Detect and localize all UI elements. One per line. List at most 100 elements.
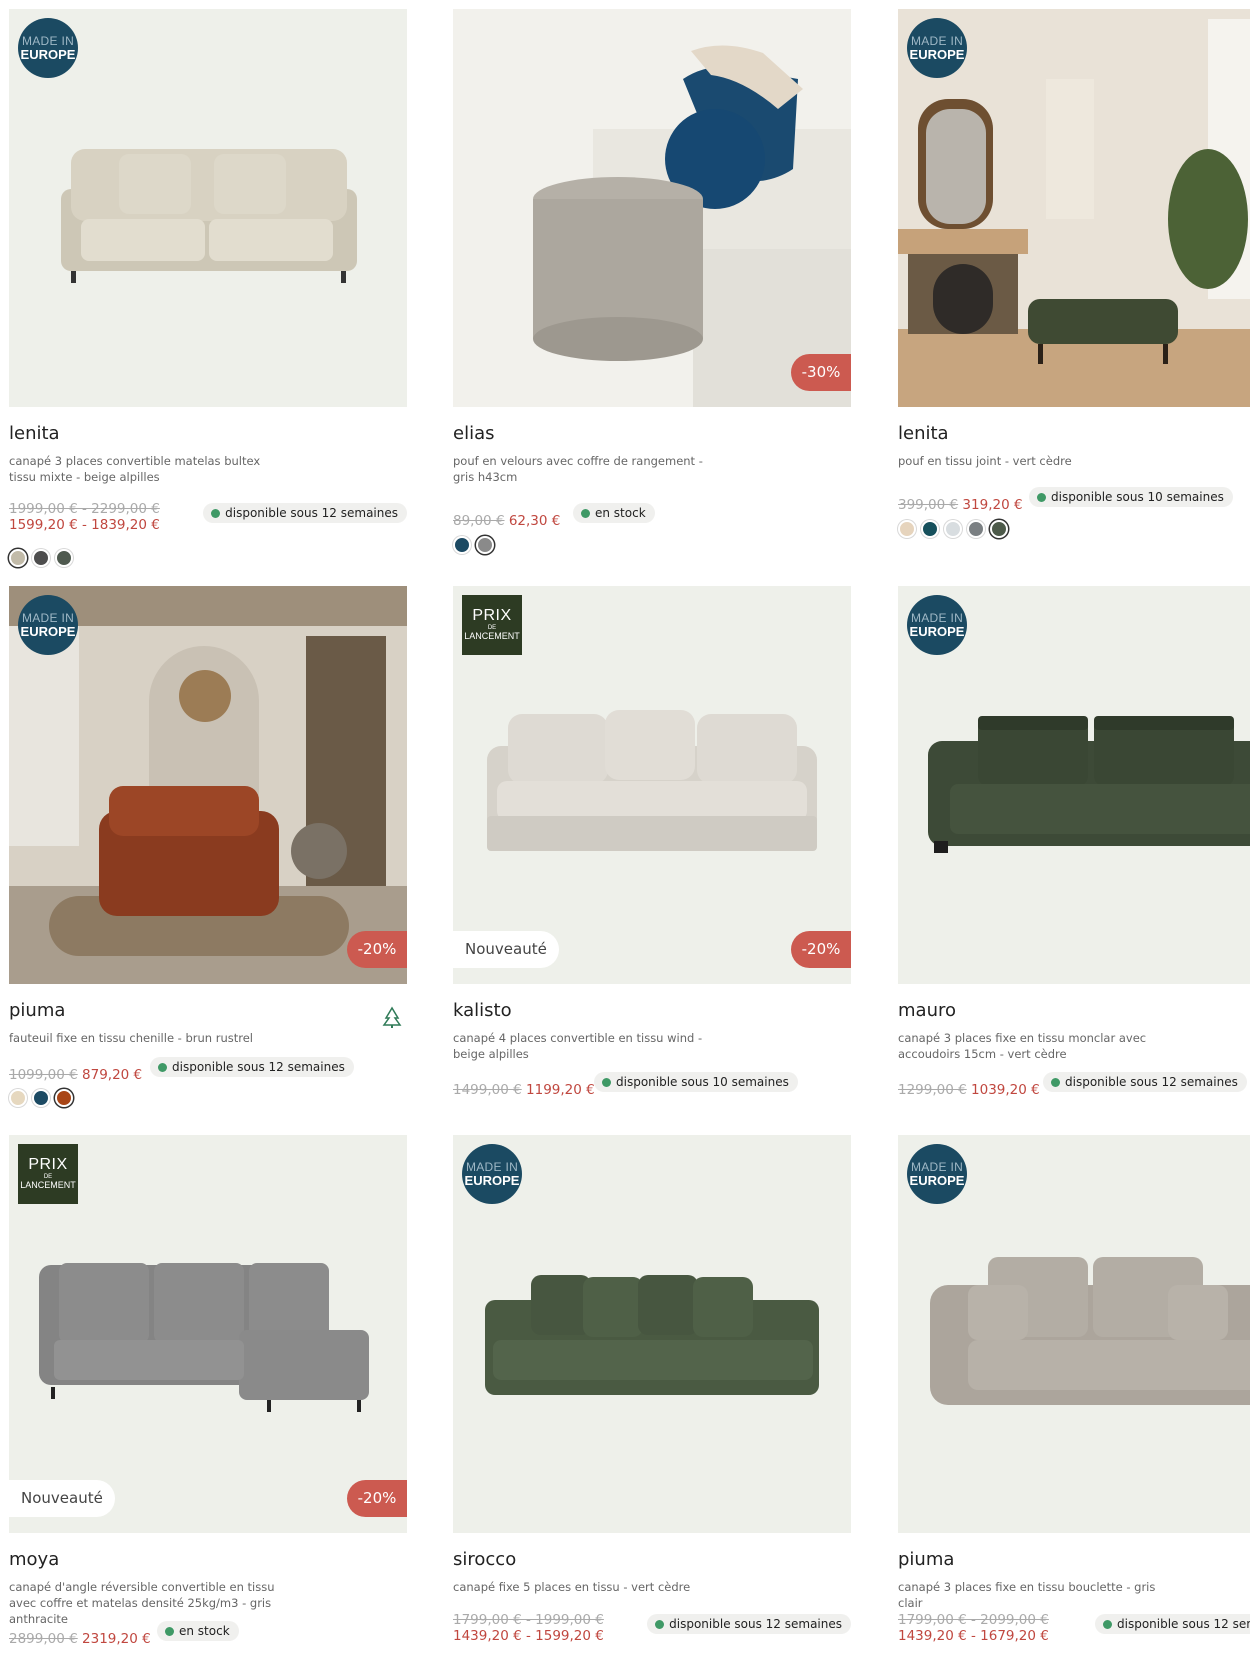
product-card[interactable]: MADE IN EUROPE lenita pouf en tissu join… — [898, 9, 1250, 538]
status-dot-icon — [165, 1627, 174, 1636]
discount-badge: -20% — [347, 1480, 407, 1517]
price: 1799,00 € - 2099,00 € 1439,20 € - 1679,2… — [898, 1612, 1049, 1644]
product-description: canapé fixe 5 places en tissu - vert cèd… — [453, 1580, 691, 1594]
product-card[interactable]: PRIX DE LANCEMENT Nouveauté -20% moya ca… — [9, 1135, 407, 1647]
fsc-tree-icon — [382, 1006, 402, 1028]
product-card[interactable]: MADE IN EUROPE lenita canapé 3 places co… — [9, 9, 407, 567]
product-description: pouf en tissu joint - vert cèdre — [898, 454, 1072, 468]
product-description: canapé 3 places convertible matelas bult… — [9, 454, 261, 484]
product-image[interactable]: MADE IN EUROPE — [898, 586, 1250, 984]
color-swatch[interactable] — [476, 536, 494, 554]
product-card[interactable]: MADE IN EUROPE mauro canapé 3 places fix… — [898, 586, 1250, 1098]
product-name[interactable]: lenita — [9, 423, 60, 444]
old-price: 1299,00 € — [898, 1082, 967, 1098]
status-dot-icon — [158, 1063, 167, 1072]
availability-badge: en stock — [157, 1621, 239, 1641]
color-swatch[interactable] — [32, 1089, 50, 1107]
product-image[interactable]: PRIX DE LANCEMENT Nouveauté -20% — [9, 1135, 407, 1533]
old-price: 1799,00 € - 2099,00 € — [898, 1612, 1049, 1628]
color-swatch[interactable] — [944, 520, 962, 538]
product-card[interactable]: PRIX DE LANCEMENT Nouveauté -20% kalisto… — [453, 586, 851, 1098]
new-price: 319,20 € — [962, 497, 1023, 513]
product-name[interactable]: piuma — [898, 1549, 954, 1570]
discount-badge: -20% — [791, 931, 851, 968]
product-description: canapé 3 places fixe en tissu monclar av… — [898, 1031, 1147, 1061]
product-image[interactable]: MADE IN EUROPE — [453, 1135, 851, 1533]
price: 1499,00 € 1199,20 € — [453, 1082, 595, 1098]
product-name[interactable]: mauro — [898, 1000, 956, 1021]
color-swatch[interactable] — [9, 1089, 27, 1107]
price: 399,00 € 319,20 € — [898, 497, 1023, 513]
product-description: canapé 3 places fixe en tissu bouclette … — [898, 1580, 1156, 1610]
price: 2899,00 € 2319,20 € — [9, 1631, 151, 1647]
old-price: 1999,00 € - 2299,00 € — [9, 501, 160, 517]
color-swatch[interactable] — [9, 549, 27, 567]
new-price: 1439,20 € - 1679,20 € — [898, 1628, 1049, 1644]
color-swatch[interactable] — [921, 520, 939, 538]
discount-badge: -20% — [347, 931, 407, 968]
price: 1799,00 € - 1999,00 € 1439,20 € - 1599,2… — [453, 1612, 604, 1644]
product-card[interactable]: -30% elias pouf en velours avec coffre d… — [453, 9, 851, 554]
color-swatch[interactable] — [990, 520, 1008, 538]
color-swatch[interactable] — [967, 520, 985, 538]
prix-lancement-badge: PRIX DE LANCEMENT — [18, 1144, 78, 1204]
availability-badge: disponible sous 12 semaines — [1043, 1072, 1247, 1092]
product-name[interactable]: elias — [453, 423, 494, 444]
old-price: 1099,00 € — [9, 1067, 78, 1083]
old-price: 1799,00 € - 1999,00 € — [453, 1612, 604, 1628]
old-price: 1499,00 € — [453, 1082, 522, 1098]
discount-badge: -30% — [791, 354, 851, 391]
nouveaute-badge: Nouveauté — [453, 931, 559, 968]
new-price: 2319,20 € — [82, 1631, 151, 1647]
availability-badge: disponible sous 12 semaines — [1095, 1614, 1250, 1634]
availability-badge: disponible sous 10 semaines — [594, 1072, 798, 1092]
status-dot-icon — [581, 509, 590, 518]
product-image[interactable]: MADE IN EUROPE — [898, 9, 1250, 407]
made-in-europe-badge: MADE IN EUROPE — [18, 595, 78, 655]
product-card[interactable]: MADE IN EUROPE -20% piuma fauteuil fixe … — [9, 586, 407, 1107]
color-swatch[interactable] — [898, 520, 916, 538]
availability-badge: disponible sous 12 semaines — [150, 1057, 354, 1077]
availability-badge: disponible sous 12 semaines — [203, 503, 407, 523]
color-swatch[interactable] — [55, 1089, 73, 1107]
color-swatches — [453, 536, 494, 554]
product-name[interactable]: lenita — [898, 423, 949, 444]
status-dot-icon — [211, 509, 221, 518]
color-swatches — [9, 549, 73, 567]
color-swatch[interactable] — [32, 549, 50, 567]
product-image[interactable]: PRIX DE LANCEMENT Nouveauté -20% — [453, 586, 851, 984]
status-dot-icon — [1051, 1078, 1060, 1087]
product-image[interactable]: MADE IN EUROPE -20% — [9, 586, 407, 984]
price: 1099,00 € 879,20 € — [9, 1067, 142, 1083]
color-swatch[interactable] — [55, 549, 73, 567]
nouveaute-badge: Nouveauté — [9, 1480, 115, 1517]
product-name[interactable]: kalisto — [453, 1000, 512, 1021]
availability-badge: disponible sous 10 semaines — [1029, 487, 1233, 507]
new-price: 1039,20 € — [971, 1082, 1040, 1098]
color-swatches — [898, 520, 1008, 538]
new-price: 1599,20 € - 1839,20 € — [9, 517, 160, 533]
status-dot-icon — [602, 1078, 611, 1087]
product-card[interactable]: MADE IN EUROPE piuma canapé 3 places fix… — [898, 1135, 1250, 1644]
product-name[interactable]: moya — [9, 1549, 59, 1570]
product-image[interactable]: MADE IN EUROPE — [9, 9, 407, 407]
pouf-illustration — [453, 9, 851, 407]
product-name[interactable]: sirocco — [453, 1549, 516, 1570]
old-price: 2899,00 € — [9, 1631, 78, 1647]
product-card[interactable]: MADE IN EUROPE sirocco canapé fixe 5 pla… — [453, 1135, 851, 1644]
product-image[interactable]: -30% — [453, 9, 851, 407]
availability-badge: disponible sous 12 semaines — [647, 1614, 851, 1634]
new-price: 879,20 € — [82, 1067, 143, 1083]
product-image[interactable]: MADE IN EUROPE — [898, 1135, 1250, 1533]
old-price: 89,00 € — [453, 513, 505, 529]
color-swatch[interactable] — [453, 536, 471, 554]
old-price: 399,00 € — [898, 497, 959, 513]
new-price: 1439,20 € - 1599,20 € — [453, 1628, 604, 1644]
status-dot-icon — [655, 1620, 665, 1629]
price: 89,00 € 62,30 € — [453, 513, 560, 529]
product-description: canapé 4 places convertible en tissu win… — [453, 1031, 703, 1061]
status-dot-icon — [1103, 1620, 1112, 1629]
availability-badge: en stock — [573, 503, 655, 523]
product-name[interactable]: piuma — [9, 1000, 65, 1021]
made-in-europe-badge: MADE IN EUROPE — [907, 18, 967, 78]
